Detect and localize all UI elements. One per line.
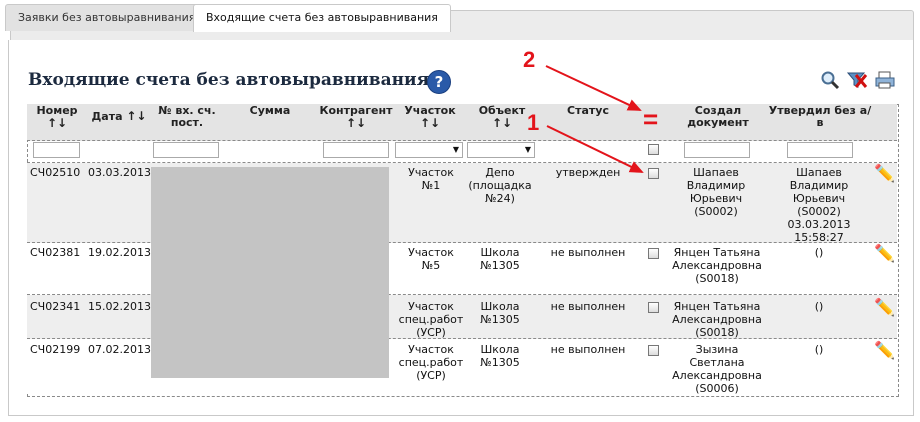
annotation-arrows bbox=[545, 65, 644, 173]
arrow-to-checkbox bbox=[546, 125, 644, 173]
arrow-to-equals bbox=[545, 65, 642, 111]
